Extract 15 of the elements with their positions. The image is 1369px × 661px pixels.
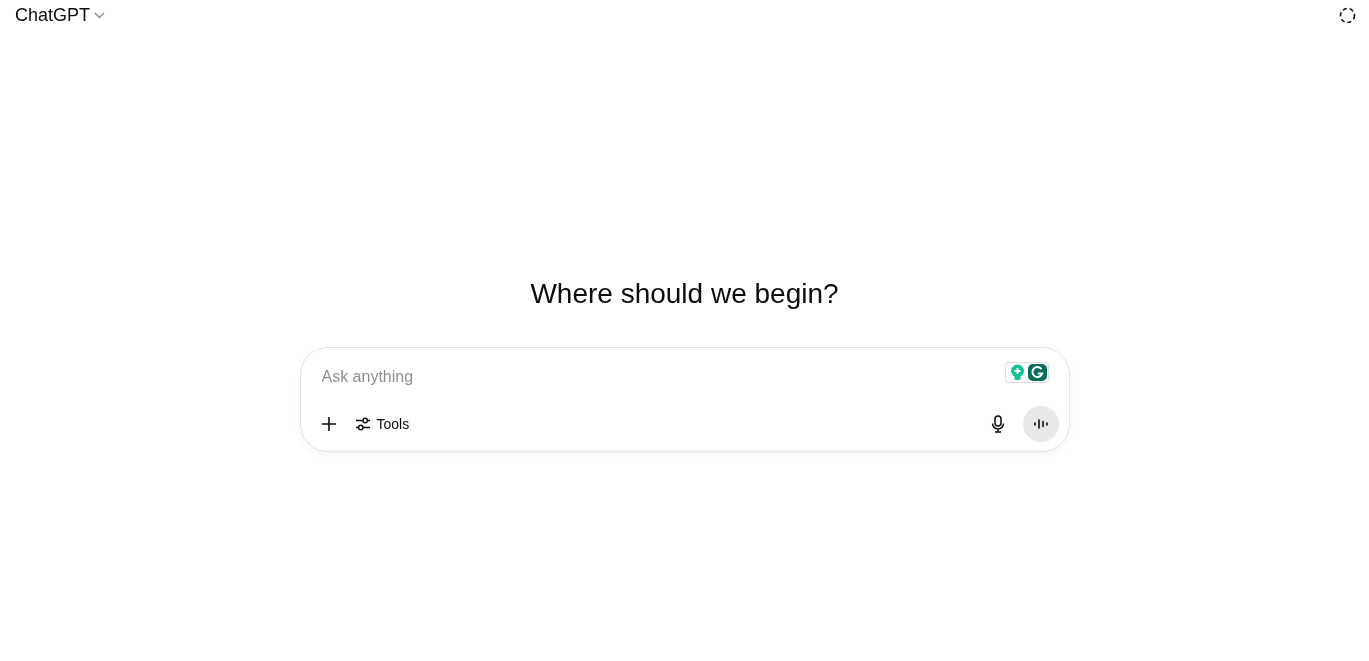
logo-icon: [1027, 363, 1047, 381]
microphone-icon: [990, 415, 1005, 433]
page-heading: Where should we begin?: [530, 277, 839, 311]
extension-widget[interactable]: [1004, 361, 1049, 383]
dashed-circle-icon: [1338, 6, 1356, 24]
chevron-down-icon: [94, 11, 106, 19]
sliders-icon: [354, 416, 371, 432]
sound-wave-icon: [1033, 418, 1048, 430]
plus-icon: [320, 416, 337, 432]
dashed-circle-button[interactable]: [1337, 5, 1357, 25]
model-selector[interactable]: ChatGPT: [15, 4, 106, 26]
input-field[interactable]: Ask anything: [320, 365, 1005, 389]
tools-button[interactable]: Tools: [354, 416, 410, 432]
lightbulb-icon: [1008, 363, 1026, 381]
voice-mode-button[interactable]: [1022, 406, 1059, 442]
